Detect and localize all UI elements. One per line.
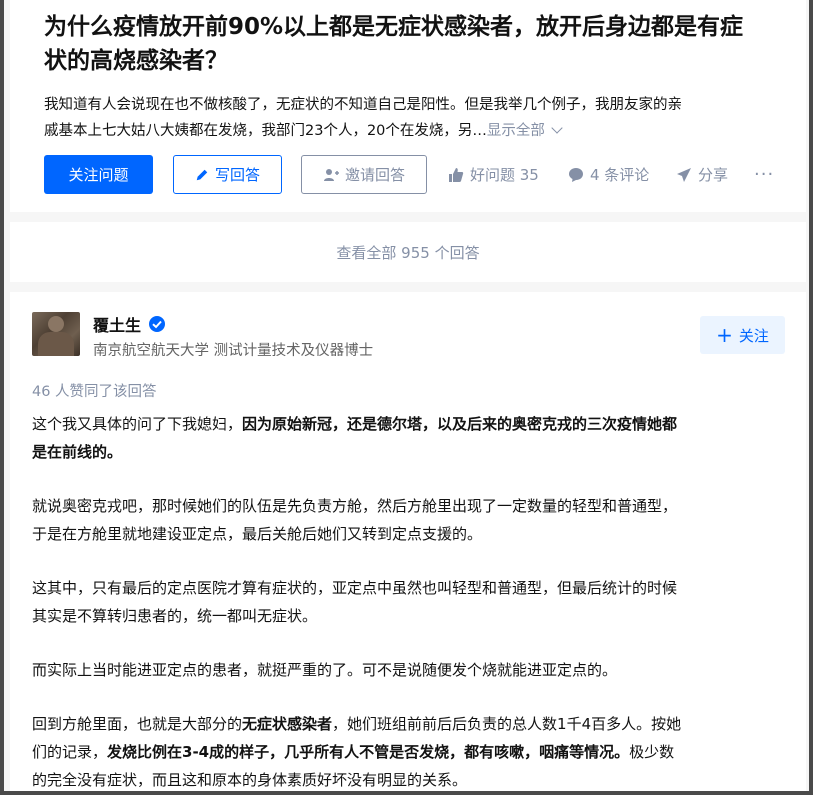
answer-line: 而实际上当时能进亚定点的患者，就挺严重的了。可不是说随便发个烧就能进亚定点的。 (32, 661, 618, 679)
author-bio: 南京航空航天大学 测试计量技术及仪器博士 (93, 343, 374, 359)
follow-question-label: 关注问题 (68, 166, 129, 184)
paper-plane-icon (676, 167, 692, 183)
comments-label: 4 条评论 (590, 166, 650, 184)
question-title-line: 为什么疫情放开前90%以上都是无症状感染者，放开后身边都是有症 (44, 14, 744, 40)
plus-icon: + (716, 323, 733, 347)
answer-paragraph: 这其中，只有最后的定点医院才算有症状的，亚定点中虽然也叫轻型和普通型，但最后统计… (32, 574, 792, 630)
vote-count: 46 人赞同了该回答 (32, 384, 157, 400)
question-detail-line: 戚基本上七大姑八大姨都在发烧，我部门23个人，20个在发烧，另…显示全部 (44, 118, 806, 144)
pencil-icon (195, 168, 209, 182)
verified-badge-icon (148, 315, 166, 333)
follow-author-label: 关注 (738, 326, 769, 345)
follow-author-button[interactable]: + 关注 (700, 316, 785, 354)
good-question-label: 好问题 35 (470, 166, 539, 184)
answer-bold-text: 因为原始新冠，还是德尔塔，以及后来的奥密克戎的三次疫情她都 (242, 415, 678, 433)
question-title-line: 状的高烧感染者？ (44, 48, 228, 74)
view-all-answers-link[interactable]: 查看全部 955 个回答 (336, 242, 479, 263)
answer-card: 覆土生 南京航空航天大学 测试计量技术及仪器博士 + 关注 46 人赞同了该回答… (10, 292, 806, 791)
question-header: 为什么疫情放开前90%以上都是无症状感染者，放开后身边都是有症 状的高烧感染者？… (10, 0, 806, 212)
avatar-body-shape (38, 332, 74, 356)
author-name-link[interactable]: 覆土生 (93, 312, 166, 336)
more-options-label: ··· (754, 164, 775, 185)
follow-question-button[interactable]: 关注问题 (44, 155, 153, 194)
good-question-button[interactable]: 好问题 35 (448, 155, 539, 194)
share-button[interactable]: 分享 (676, 155, 728, 194)
answer-line: 就说奥密克戎吧，那时候她们的队伍是先负责方舱，然后方舱里出现了一定数量的轻型和普… (32, 497, 678, 515)
comment-bubble-icon (568, 167, 584, 183)
answer-text: 极少数 (629, 743, 675, 761)
show-all-label: 显示全部 (486, 123, 545, 139)
comments-button[interactable]: 4 条评论 (568, 155, 649, 194)
window-border-right (809, 0, 813, 795)
answer-paragraph: 就说奥密克戎吧，那时候她们的队伍是先负责方舱，然后方舱里出现了一定数量的轻型和普… (32, 492, 792, 548)
invite-user-icon (323, 167, 339, 183)
answer-line: 其实是不算转归患者的，统一都叫无症状。 (32, 607, 318, 625)
answer-line: 于是在方舱里就地建设亚定点，最后关舱后她们又转到定点支援的。 (32, 525, 483, 543)
author-name: 覆土生 (93, 316, 142, 335)
thumbs-up-icon (448, 167, 464, 183)
write-answer-button[interactable]: 写回答 (173, 155, 282, 194)
avatar-head-shape (48, 316, 64, 332)
invite-answer-button[interactable]: 邀请回答 (301, 155, 427, 194)
answer-text: ，她们班组前前后后负责的总人数1千4百多人。按她 (332, 715, 682, 733)
chevron-down-icon (551, 122, 563, 134)
answer-line: 的完全没有症状，而且这和原本的身体素质好坏没有明显的关系。 (32, 771, 468, 789)
show-all-button[interactable]: 显示全部 (486, 122, 563, 139)
answer-paragraph: 回到方舱里面，也就是大部分的无症状感染者，她们班组前前后后负责的总人数1千4百多… (32, 710, 792, 791)
question-title[interactable]: 为什么疫情放开前90%以上都是无症状感染者，放开后身边都是有症 状的高烧感染者？ (44, 10, 806, 78)
window-border-bottom (0, 791, 813, 795)
write-answer-label: 写回答 (214, 166, 260, 184)
answer-content: 这个我又具体的问了下我媳妇，因为原始新冠，还是德尔塔，以及后来的奥密克戎的三次疫… (32, 410, 792, 791)
answer-line: 这其中，只有最后的定点医院才算有症状的，亚定点中虽然也叫轻型和普通型，但最后统计… (32, 579, 678, 597)
question-actions: 关注问题 写回答 邀请回答 好问题 35 4 条评论 分享 ··· (34, 155, 804, 195)
answer-bold-text: 无症状感染者 (242, 715, 333, 733)
answer-line: 们的记录，发烧比例在3-4成的样子，几乎所有人不管是否发烧，都有咳嗽，咽痛等情况… (32, 738, 792, 766)
all-answers-bar: 查看全部 955 个回答 (10, 222, 806, 282)
invite-answer-label: 邀请回答 (344, 166, 405, 184)
answer-line: 是在前线的。 (32, 438, 792, 466)
answer-paragraph: 这个我又具体的问了下我媳妇，因为原始新冠，还是德尔塔，以及后来的奥密克戎的三次疫… (32, 410, 792, 466)
answer-bold-text: 发烧比例在3-4成的样子，几乎所有人不管是否发烧，都有咳嗽，咽痛等情况。 (107, 743, 630, 761)
share-label: 分享 (698, 166, 729, 184)
avatar[interactable] (32, 312, 80, 356)
answer-text: 这个我又具体的问了下我媳妇， (32, 415, 243, 433)
answer-line: 回到方舱里面，也就是大部分的无症状感染者，她们班组前前后后负责的总人数1千4百多… (32, 710, 792, 738)
question-detail-line: 我知道有人会说现在也不做核酸了，无症状的不知道自己是阳性。但是我举几个例子，我朋… (44, 97, 682, 113)
window-border-left (0, 0, 4, 795)
answer-line: 这个我又具体的问了下我媳妇，因为原始新冠，还是德尔塔，以及后来的奥密克戎的三次疫… (32, 410, 792, 438)
answer-text: 回到方舱里面，也就是大部分的 (32, 715, 243, 733)
question-detail-text: 戚基本上七大姑八大姨都在发烧，我部门23个人，20个在发烧，另… (44, 123, 487, 139)
question-detail: 我知道有人会说现在也不做核酸了，无症状的不知道自己是阳性。但是我举几个例子，我朋… (44, 92, 806, 144)
answer-bold-text: 是在前线的。 (32, 443, 123, 461)
answer-paragraph: 而实际上当时能进亚定点的患者，就挺严重的了。可不是说随便发个烧就能进亚定点的。 (32, 656, 792, 684)
answer-text: 们的记录， (32, 743, 108, 761)
more-options-button[interactable]: ··· (754, 155, 774, 194)
